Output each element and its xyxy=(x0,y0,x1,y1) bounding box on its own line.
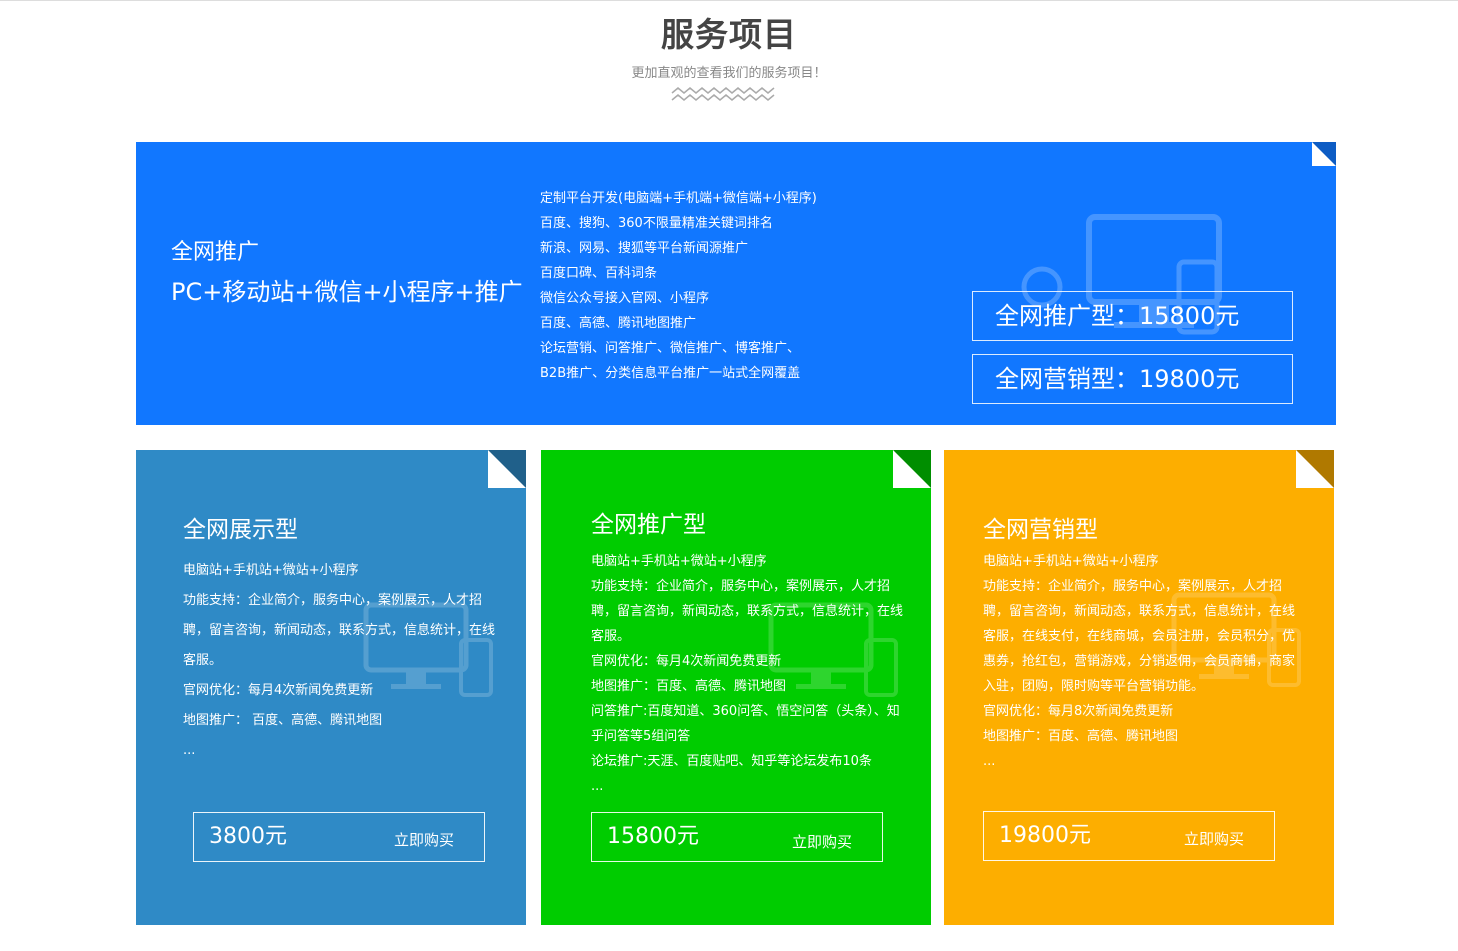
list-item: 地图推广：百度、高德、腾讯地图 xyxy=(983,729,1179,744)
list-item: 官网优化：每月4次新闻免费更新 xyxy=(183,683,374,698)
list-item: 论坛推广:天涯、百度贴吧、知乎等论坛发布10条 xyxy=(591,754,872,769)
price-label: 3800元 xyxy=(209,824,287,849)
card-marketing-plan: 全网营销型 电脑站+手机站+微站+小程序 功能支持：企业简介，服务中心，案例展示… xyxy=(944,450,1334,925)
buy-label: 立即购买 xyxy=(393,831,454,849)
card-title: 全网营销型 xyxy=(983,517,1098,543)
section-subtitle: 更加直观的查看我们的服务项目！ xyxy=(631,66,827,81)
price-label: 15800元 xyxy=(607,824,699,849)
card-promo-plan: 全网推广型 电脑站+手机站+微站+小程序 功能支持：企业简介，服务中心，案例展示… xyxy=(541,450,931,925)
list-item: 电脑站+手机站+微站+小程序 xyxy=(183,563,359,578)
top-divider xyxy=(0,0,1458,1)
list-item: 问答推广:百度知道、360问答、悟空问答（头条）、知乎问答等5组问答 xyxy=(591,704,900,744)
list-item: 地图推广： 百度、高德、腾讯地图 xyxy=(183,713,383,728)
list-item: 电脑站+手机站+微站+小程序 xyxy=(591,554,767,569)
list-item: ... xyxy=(591,779,604,794)
buy-label: 立即购买 xyxy=(1183,830,1244,848)
list-item: 地图推广：百度、高德、腾讯地图 xyxy=(591,679,787,694)
list-item: 电脑站+手机站+微站+小程序 xyxy=(983,554,1159,569)
card-feature-list: 电脑站+手机站+微站+小程序 功能支持：企业简介，服务中心，案例展示，人才招聘，… xyxy=(183,556,495,766)
list-item: 官网优化：每月8次新闻免费更新 xyxy=(983,704,1174,719)
list-item: 功能支持：企业简介，服务中心，案例展示，人才招聘，留言咨询，新闻动态，联系方式，… xyxy=(183,593,496,668)
list-item: 新浪、网易、搜狐等平台新闻源推广 xyxy=(540,241,749,256)
folded-corner xyxy=(1296,450,1334,488)
list-item: ... xyxy=(983,754,996,769)
card-title: 全网展示型 xyxy=(183,517,298,543)
list-item: 百度、高德、腾讯地图推广 xyxy=(540,316,697,331)
folded-corner xyxy=(488,450,526,488)
banner-title: 全网推广 xyxy=(171,240,260,265)
list-item: 官网优化：每月4次新闻免费更新 xyxy=(591,654,782,669)
list-item: ... xyxy=(183,743,196,758)
card-feature-list: 电脑站+手机站+微站+小程序 功能支持：企业简介，服务中心，案例展示，人才招聘，… xyxy=(983,549,1295,774)
list-item: 定制平台开发(电脑端+手机端+微信端+小程序) xyxy=(540,191,817,206)
card-feature-list: 电脑站+手机站+微站+小程序 功能支持：企业简介，服务中心，案例展示，人才招聘，… xyxy=(591,549,903,799)
price-label: 19800元 xyxy=(999,823,1091,848)
folded-corner xyxy=(893,450,931,488)
wave-divider-icon xyxy=(671,87,775,101)
folded-corner xyxy=(1312,142,1336,166)
list-item: B2B推广、分类信息平台推广一站式全网覆盖 xyxy=(540,366,801,381)
buy-label: 立即购买 xyxy=(791,833,852,851)
list-item: 功能支持：企业简介，服务中心，案例展示，人才招聘，留言咨询，新闻动态，联系方式，… xyxy=(983,579,1296,694)
banner-feature-list: 定制平台开发(电脑端+手机端+微信端+小程序) 百度、搜狗、360不限量精准关键… xyxy=(540,186,817,386)
card-display-plan: 全网展示型 电脑站+手机站+微站+小程序 功能支持：企业简介，服务中心，案例展示… xyxy=(136,450,526,925)
promo-plan-price-button[interactable]: 全网推广型：15800元 xyxy=(972,291,1293,341)
banner-subtitle: PC+移动站+微信+小程序+推广 xyxy=(171,278,523,306)
list-item: 论坛营销、问答推广、微信推广、博客推广、 xyxy=(540,341,801,356)
buy-button[interactable]: 19800元 立即购买 xyxy=(983,811,1275,861)
list-item: 微信公众号接入官网、小程序 xyxy=(540,291,710,306)
list-item: 功能支持：企业简介，服务中心，案例展示，人才招聘，留言咨询，新闻动态，联系方式，… xyxy=(591,579,904,644)
buy-button[interactable]: 15800元 立即购买 xyxy=(591,812,883,862)
section-title: 服务项目 xyxy=(661,15,797,54)
list-item: 百度口碑、百科词条 xyxy=(540,266,658,281)
card-title: 全网推广型 xyxy=(591,512,706,538)
list-item: 百度、搜狗、360不限量精准关键词排名 xyxy=(540,216,773,231)
banner-full-network-promo: 全网推广 PC+移动站+微信+小程序+推广 定制平台开发(电脑端+手机端+微信端… xyxy=(136,142,1336,425)
buy-button[interactable]: 3800元 立即购买 xyxy=(193,812,485,862)
marketing-plan-price-button[interactable]: 全网营销型：19800元 xyxy=(972,354,1293,404)
